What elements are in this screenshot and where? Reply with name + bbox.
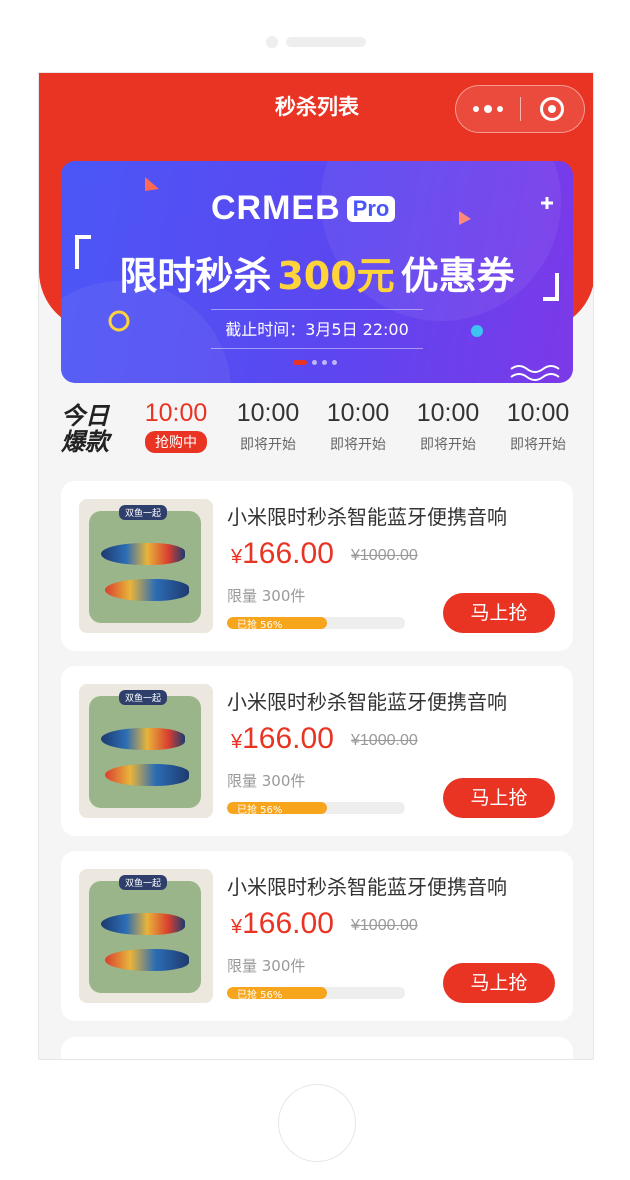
slot-status: 即将开始	[420, 437, 476, 453]
original-price: ¥1000.00	[351, 917, 418, 934]
buy-now-button[interactable]: 马上抢	[443, 963, 555, 1003]
brand-name: CRMEB	[211, 189, 341, 227]
sale-price: ¥166.00	[231, 722, 334, 756]
currency-symbol: ¥	[231, 731, 243, 753]
product-image[interactable]: 双鱼一起	[79, 869, 213, 1003]
today-hot-logo: 今日 爆款	[61, 403, 121, 455]
time-slot-active[interactable]: 10:00 抢购中	[131, 399, 221, 453]
product-image[interactable]: 双鱼一起	[79, 684, 213, 818]
headline-amount: 300元	[277, 254, 395, 298]
banner-deadline: 截止时间：3月5日 22:00	[211, 309, 423, 349]
more-options-icon[interactable]	[456, 104, 520, 113]
carousel-indicator	[293, 360, 337, 365]
camera-dot	[266, 36, 278, 48]
sold-progress-bar: 已抢 56%	[227, 987, 405, 999]
headline-prefix: 限时秒杀	[119, 254, 272, 298]
slot-time: 10:00	[416, 399, 480, 427]
carousel-dot[interactable]	[293, 360, 307, 365]
time-slot-bar: 今日 爆款 10:00 抢购中 10:00 即将开始 10:00 即将开始 10…	[39, 397, 593, 467]
product-title[interactable]: 小米限时秒杀智能蓝牙便携音响	[227, 501, 507, 530]
fish-pattern	[101, 728, 185, 750]
slot-time: 10:00	[144, 399, 208, 427]
mini-program-capsule	[455, 85, 585, 133]
progress-text: 已抢 56%	[237, 805, 283, 814]
slot-time: 10:00	[236, 399, 300, 427]
price-value: 166.00	[242, 722, 334, 755]
image-tag: 双鱼一起	[119, 690, 168, 705]
time-slot[interactable]: 10:00 即将开始	[223, 399, 313, 454]
buy-now-button[interactable]: 马上抢	[443, 778, 555, 818]
product-card[interactable]: 双鱼一起 小米限时秒杀智能蓝牙便携音响 ¥166.00 ¥1000.00 限量 …	[61, 666, 573, 836]
slot-status: 即将开始	[240, 437, 296, 453]
product-card[interactable]: 双鱼一起 小米限时秒杀智能蓝牙便携音响 ¥166.00 ¥1000.00 限量 …	[61, 481, 573, 651]
bracket-right	[543, 273, 559, 301]
original-price: ¥1000.00	[351, 732, 418, 749]
currency-symbol: ¥	[231, 546, 243, 568]
fish-pattern	[105, 579, 189, 601]
time-slot[interactable]: 10:00 即将开始	[313, 399, 403, 454]
product-card-partial[interactable]	[61, 1037, 573, 1059]
headline-suffix: 优惠券	[400, 254, 515, 298]
pillow-shape	[89, 511, 201, 623]
slot-status: 即将开始	[510, 437, 566, 453]
pillow-shape	[89, 881, 201, 993]
stock-limit: 限量 300件	[227, 772, 306, 790]
fish-pattern	[101, 913, 185, 935]
price-value: 166.00	[242, 907, 334, 940]
stock-limit: 限量 300件	[227, 957, 306, 975]
logo-line: 今日	[61, 402, 109, 430]
original-price: ¥1000.00	[351, 547, 418, 564]
sold-progress-bar: 已抢 56%	[227, 617, 405, 629]
fish-pattern	[101, 543, 185, 565]
logo-line: 爆款	[61, 428, 109, 456]
home-button[interactable]	[278, 1084, 356, 1162]
banner-headline: 限时秒杀 300元 优惠券	[61, 245, 573, 300]
slot-time: 10:00	[326, 399, 390, 427]
banner-brand: CRMEB Pro	[211, 189, 396, 228]
product-image[interactable]: 双鱼一起	[79, 499, 213, 633]
currency-symbol: ¥	[231, 916, 243, 938]
buy-now-button[interactable]: 马上抢	[443, 593, 555, 633]
sale-price: ¥166.00	[231, 537, 334, 571]
fish-pattern	[105, 764, 189, 786]
slot-status: 即将开始	[330, 437, 386, 453]
product-title[interactable]: 小米限时秒杀智能蓝牙便携音响	[227, 686, 507, 715]
pillow-shape	[89, 696, 201, 808]
slot-status: 抢购中	[145, 431, 207, 453]
stock-limit: 限量 300件	[227, 587, 306, 605]
slot-time: 10:00	[506, 399, 570, 427]
sale-price: ¥166.00	[231, 907, 334, 941]
fish-pattern	[105, 949, 189, 971]
product-title[interactable]: 小米限时秒杀智能蓝牙便携音响	[227, 871, 507, 900]
carousel-dot[interactable]	[312, 360, 317, 365]
carousel-dot[interactable]	[332, 360, 337, 365]
progress-text: 已抢 56%	[237, 990, 283, 999]
brand-tag: Pro	[346, 195, 396, 222]
price-value: 166.00	[242, 537, 334, 570]
product-card[interactable]: 双鱼一起 小米限时秒杀智能蓝牙便携音响 ¥166.00 ¥1000.00 限量 …	[61, 851, 573, 1021]
close-app-icon[interactable]	[521, 97, 585, 121]
image-tag: 双鱼一起	[119, 505, 168, 520]
promo-banner[interactable]: CRMEB Pro 限时秒杀 300元 优惠券 截止时间：3月5日 22:00	[61, 161, 573, 383]
image-tag: 双鱼一起	[119, 875, 168, 890]
speaker-grille	[286, 37, 366, 47]
sold-progress-bar: 已抢 56%	[227, 802, 405, 814]
time-slot[interactable]: 10:00 即将开始	[493, 399, 583, 454]
phone-screen: 秒杀列表 CRMEB Pro 限时秒杀 300元 优惠券 截止时间：3月5日 22:…	[38, 72, 594, 1060]
time-slot[interactable]: 10:00 即将开始	[403, 399, 493, 454]
carousel-dot[interactable]	[322, 360, 327, 365]
progress-text: 已抢 56%	[237, 620, 283, 629]
